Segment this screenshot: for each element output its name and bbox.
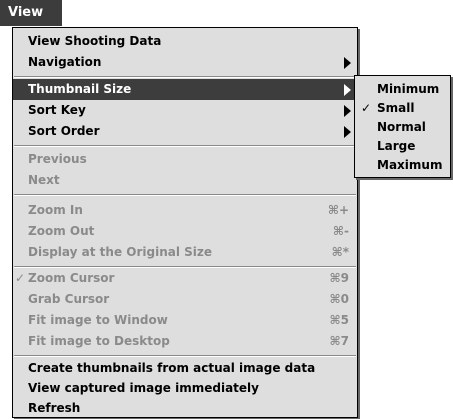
menu-item-sort-order[interactable]: Sort Order [13, 121, 357, 142]
menu-item-grab-cursor: Grab Cursor ⌘0 [13, 289, 357, 310]
menu-separator [14, 194, 356, 196]
menu-item-label: Minimum [377, 82, 440, 96]
menu-item-label: Create thumbnails from actual image data [28, 361, 316, 375]
menu-item-thumbnail-size[interactable]: Thumbnail Size [13, 79, 357, 100]
menu-item-label: Normal [377, 120, 426, 134]
view-menu-title[interactable]: View [0, 0, 62, 26]
menu-item-label: Zoom Cursor [28, 271, 115, 285]
submenu-arrow-icon [344, 57, 351, 69]
checkmark-icon: ✓ [361, 101, 372, 115]
menu-item-label: Sort Order [28, 124, 100, 138]
menu-item-view-shooting-data[interactable]: View Shooting Data [13, 31, 357, 52]
menu-item-label: Refresh [28, 401, 81, 415]
menu-item-sort-key[interactable]: Sort Key [13, 100, 357, 121]
menu-item-label: View captured image immediately [28, 381, 259, 395]
menu-item-label: Maximum [377, 158, 443, 172]
menu-item-label: Sort Key [28, 103, 86, 117]
menu-shortcut: ⌘7 [329, 334, 349, 348]
menu-shortcut: ⌘- [332, 224, 349, 238]
thumbnail-size-submenu: Minimum ✓ Small Normal Large Maximum [354, 75, 451, 178]
menu-item-navigation[interactable]: Navigation [13, 52, 357, 73]
checkmark-icon: ✓ [15, 271, 26, 285]
menu-item-label: Next [28, 173, 60, 187]
menu-separator [14, 76, 356, 78]
menu-item-label: Small [377, 101, 415, 115]
menu-item-zoom-out: Zoom Out ⌘- [13, 221, 357, 242]
menu-item-label: Zoom Out [28, 224, 95, 238]
menu-item-label: Navigation [28, 55, 102, 69]
menu-item-next: Next [13, 170, 357, 191]
menu-item-view-captured-image[interactable]: View captured image immediately [13, 378, 357, 399]
menu-item-label: Display at the Original Size [28, 245, 213, 259]
menu-item-label: Fit image to Desktop [28, 334, 170, 348]
menu-item-label: Large [377, 139, 416, 153]
menu-shortcut: ⌘+ [327, 203, 349, 217]
menu-item-zoom-in: Zoom In ⌘+ [13, 200, 357, 221]
menu-item-refresh[interactable]: Refresh [13, 398, 357, 419]
menu-item-previous: Previous [13, 149, 357, 170]
submenu-item-maximum[interactable]: Maximum [355, 156, 450, 174]
submenu-arrow-icon [344, 84, 351, 96]
submenu-item-small[interactable]: ✓ Small [355, 99, 450, 117]
menu-item-label: View Shooting Data [28, 34, 162, 48]
submenu-arrow-icon [344, 126, 351, 138]
menu-separator [14, 355, 356, 357]
menu-item-display-original-size: Display at the Original Size ⌘* [13, 242, 357, 263]
submenu-arrow-icon [344, 105, 351, 117]
menu-item-fit-image-window: Fit image to Window ⌘5 [13, 310, 357, 331]
menu-item-label: Previous [28, 152, 87, 166]
menu-shortcut: ⌘5 [329, 313, 349, 327]
menu-item-create-thumbnails[interactable]: Create thumbnails from actual image data [13, 358, 357, 379]
menu-item-label: Thumbnail Size [28, 82, 132, 96]
menu-item-label: Grab Cursor [28, 292, 110, 306]
submenu-item-large[interactable]: Large [355, 137, 450, 155]
menu-item-fit-image-desktop: Fit image to Desktop ⌘7 [13, 331, 357, 352]
menu-shortcut: ⌘* [331, 245, 349, 259]
menu-item-zoom-cursor: ✓ Zoom Cursor ⌘9 [13, 268, 357, 289]
menu-separator [14, 145, 356, 147]
submenu-item-normal[interactable]: Normal [355, 118, 450, 136]
submenu-item-minimum[interactable]: Minimum [355, 80, 450, 98]
menu-shortcut: ⌘9 [329, 271, 349, 285]
menu-shortcut: ⌘0 [329, 292, 349, 306]
menu-item-label: Zoom In [28, 203, 83, 217]
view-menu: View Shooting Data Navigation Thumbnail … [12, 27, 358, 418]
menu-item-label: Fit image to Window [28, 313, 168, 327]
